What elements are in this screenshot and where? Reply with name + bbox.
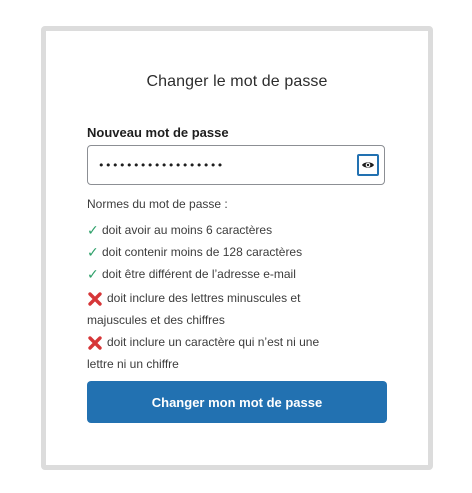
cross-icon xyxy=(87,335,103,351)
new-password-input[interactable] xyxy=(98,146,348,184)
change-password-submit-button[interactable]: Changer mon mot de passe xyxy=(87,381,387,423)
rule-text: doit inclure un caractère qui n’est ni u… xyxy=(87,335,320,371)
rule-text: doit avoir au moins 6 caractères xyxy=(102,223,273,237)
eye-icon xyxy=(362,162,374,168)
rule-text: doit être différent de l’adresse e-mail xyxy=(102,267,296,281)
change-password-card: Changer le mot de passe Nouveau mot de p… xyxy=(41,26,433,470)
rule-text: doit inclure des lettres minuscules et m… xyxy=(87,291,301,327)
checkmark-icon: ✓ xyxy=(87,222,99,239)
cross-icon xyxy=(87,291,103,307)
rule-special-char: doit inclure un caractère qui n’est ni u… xyxy=(87,331,337,375)
rule-text: doit contenir moins de 128 caractères xyxy=(102,245,303,259)
rule-mixed-case-digits: doit inclure des lettres minuscules et m… xyxy=(87,287,337,331)
rule-min-length: ✓ doit avoir au moins 6 caractères xyxy=(87,219,337,242)
password-rules-heading: Normes du mot de passe : xyxy=(87,197,228,211)
rule-max-length: ✓ doit contenir moins de 128 caractères xyxy=(87,241,337,264)
rule-not-email: ✓ doit être différent de l’adresse e-mail xyxy=(87,263,337,286)
checkmark-icon: ✓ xyxy=(87,244,99,261)
new-password-field[interactable] xyxy=(87,145,385,185)
toggle-password-visibility-button[interactable] xyxy=(357,154,379,176)
checkmark-icon: ✓ xyxy=(87,266,99,283)
page-title: Changer le mot de passe xyxy=(146,73,328,90)
new-password-label: Nouveau mot de passe xyxy=(87,125,229,140)
